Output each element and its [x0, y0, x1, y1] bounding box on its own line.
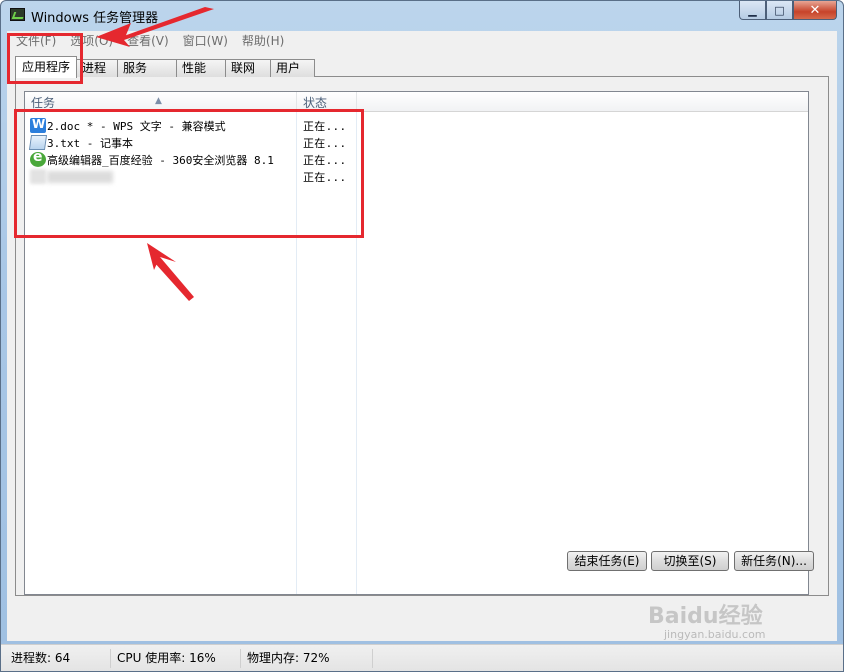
close-button[interactable]: ✕ — [793, 1, 837, 20]
list-header: 任务 ▲ 状态 — [25, 92, 808, 112]
minimize-button[interactable]: ▁ — [739, 1, 766, 20]
task-row[interactable]: 3.txt - 记事本 正在... — [25, 134, 808, 151]
blurred-app-icon — [30, 169, 46, 184]
task-manager-window: Windows 任务管理器 ▁ □ ✕ 文件(F) 选项(O) 查看(V) 窗口… — [0, 0, 844, 672]
menu-window[interactable]: 窗口(W) — [176, 31, 235, 51]
baidu-watermark-url: jingyan.baidu.com — [664, 628, 766, 641]
menu-help[interactable]: 帮助(H) — [235, 31, 291, 51]
task-row[interactable]: 正在... — [25, 168, 808, 185]
process-count: 进程数: 64 — [7, 649, 111, 668]
status-bar: 进程数: 64 CPU 使用率: 16% 物理内存: 72% — [1, 644, 843, 671]
memory-usage: 物理内存: 72% — [243, 649, 373, 668]
notepad-icon — [28, 135, 48, 150]
wps-writer-icon — [30, 117, 46, 133]
column-task[interactable]: 任务 ▲ — [25, 92, 297, 112]
360-browser-icon — [30, 149, 46, 167]
task-list[interactable]: 任务 ▲ 状态 2.doc * - WPS 文字 - 兼容模式 正在... 3.… — [24, 91, 809, 595]
task-status: 正在... — [303, 154, 347, 167]
task-status: 正在... — [303, 137, 347, 150]
end-task-button[interactable]: 结束任务(E) — [567, 551, 647, 571]
task-status: 正在... — [303, 171, 347, 184]
column-status-label: 状态 — [303, 96, 328, 110]
task-rows: 2.doc * - WPS 文字 - 兼容模式 正在... 3.txt - 记事… — [25, 117, 808, 185]
tab-strip: 应用程序 进程 服务 性能 联网 用户 — [15, 56, 316, 78]
task-row[interactable]: 高级编辑器_百度经验 - 360安全浏览器 8.1 正在... — [25, 149, 808, 168]
new-task-button[interactable]: 新任务(N)... — [734, 551, 814, 571]
title-bar[interactable]: Windows 任务管理器 ▁ □ ✕ — [1, 1, 843, 29]
menu-bar: 文件(F) 选项(O) 查看(V) 窗口(W) 帮助(H) — [7, 31, 837, 51]
tab-applications[interactable]: 应用程序 — [15, 56, 78, 78]
menu-view[interactable]: 查看(V) — [120, 31, 176, 51]
maximize-button[interactable]: □ — [766, 1, 793, 20]
column-status[interactable]: 状态 — [297, 92, 357, 112]
tab-processes[interactable]: 进程 — [76, 59, 119, 77]
cpu-usage: CPU 使用率: 16% — [113, 649, 241, 668]
task-name: 3.txt - 记事本 — [47, 137, 133, 150]
menu-file[interactable]: 文件(F) — [7, 31, 63, 51]
task-status: 正在... — [303, 120, 347, 133]
blurred-task-name — [47, 171, 113, 183]
sort-ascending-icon: ▲ — [155, 96, 162, 106]
tab-performance[interactable]: 性能 — [176, 59, 227, 77]
switch-to-button[interactable]: 切换至(S) — [651, 551, 729, 571]
tab-users[interactable]: 用户 — [270, 59, 316, 77]
baidu-watermark-logo: Baidu经验 — [648, 604, 763, 629]
column-task-label: 任务 — [31, 96, 56, 110]
task-name: 2.doc * - WPS 文字 - 兼容模式 — [47, 120, 226, 133]
task-name: 高级编辑器_百度经验 - 360安全浏览器 8.1 — [47, 154, 274, 167]
task-row[interactable]: 2.doc * - WPS 文字 - 兼容模式 正在... — [25, 117, 808, 134]
window-title: Windows 任务管理器 — [31, 11, 159, 26]
task-manager-icon — [10, 8, 25, 21]
tab-networking[interactable]: 联网 — [225, 59, 272, 77]
menu-options[interactable]: 选项(O) — [63, 31, 120, 51]
window-controls: ▁ □ ✕ — [739, 1, 837, 21]
tab-services[interactable]: 服务 — [117, 59, 178, 77]
